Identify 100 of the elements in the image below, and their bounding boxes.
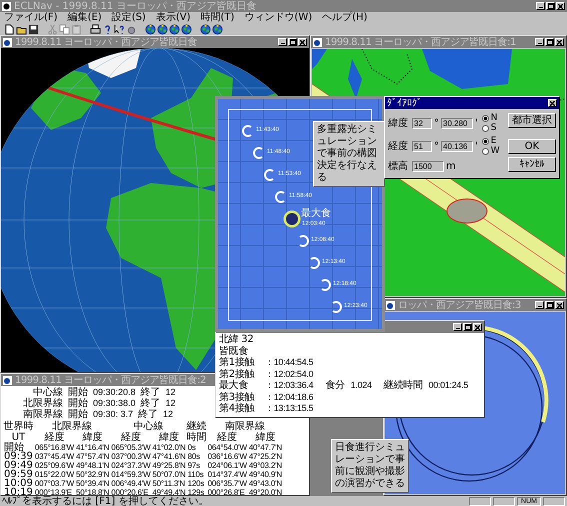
menu-item[interactable]: ファイル(F) (4, 12, 58, 23)
detail-label: 食分 (325, 380, 345, 392)
hemisphere-radio[interactable]: W (482, 146, 500, 156)
window-icon[interactable] (3, 376, 12, 384)
minutes-field[interactable]: 40.136 (441, 140, 473, 152)
menu-item[interactable]: 表示(V) (156, 12, 190, 23)
table-cell: 49°40.9'N (248, 470, 283, 479)
end-label: 終了 (138, 409, 158, 420)
maximize-button[interactable] (545, 301, 554, 309)
close-button[interactable] (556, 2, 565, 10)
degrees-field[interactable]: 32 (412, 118, 432, 128)
table-cell: 50°32.9'N (75, 470, 110, 479)
table-cell: 10:09 (3, 479, 34, 488)
total-eclipse-icon (283, 210, 301, 228)
hemisphere-radio[interactable]: E (482, 136, 500, 146)
column-header: 経度 (216, 432, 238, 443)
column-header: 時間 (186, 432, 207, 443)
window-title: 1999.8.11 ヨーロッパ・西アジア皆既日食 (15, 36, 198, 48)
latitude-text: 北緯 32 (219, 334, 254, 346)
help-icon[interactable] (102, 24, 113, 34)
field-label: 緯度 (388, 116, 409, 130)
minutes-field[interactable]: 30.280 (441, 118, 473, 128)
detail-value: 00:01:24.5 (428, 380, 468, 392)
menu-item[interactable]: 設定(S) (112, 12, 146, 23)
end-time: 12 (166, 387, 176, 398)
globe-icon[interactable] (157, 24, 168, 34)
table-cell-text: 97s (186, 461, 201, 470)
globe-icon[interactable] (200, 24, 211, 34)
window-title: ロッパ・西アジア皆既日食:3 (398, 300, 521, 310)
radio-indicator[interactable] (482, 138, 489, 144)
contact-time: ：13:13:15.5 (265, 403, 314, 414)
contact-time: ：12:04:18.6 (265, 392, 314, 403)
maximize-button[interactable] (545, 38, 554, 46)
radio-indicator[interactable] (482, 124, 489, 132)
radio-indicator[interactable] (482, 114, 489, 122)
maximize-button[interactable] (546, 2, 555, 10)
dialog-button[interactable]: ｷｬﾝｾﾙ (508, 157, 556, 172)
table-cell: 025°09.6'W (34, 461, 76, 470)
close-button[interactable] (548, 99, 557, 107)
elevation-field[interactable]: 1500 (412, 160, 444, 172)
printer-icon[interactable] (90, 24, 101, 34)
table-cell: 10:19 (3, 488, 34, 495)
menu-item[interactable]: 時間(T) (200, 12, 234, 23)
hemisphere-radio[interactable]: N (482, 113, 498, 123)
column-header: 経度 (43, 432, 66, 443)
globe-icon[interactable] (145, 24, 156, 34)
table-cell: 47°57.4'N (75, 452, 110, 461)
contact-label: 第1接触 (219, 357, 256, 368)
close-button[interactable] (473, 323, 482, 331)
globe-icon[interactable] (169, 24, 180, 34)
table-cell-text: 000°20.6'E (110, 488, 150, 495)
maximize-button[interactable] (288, 38, 297, 46)
start-time: 09:30: 3.7 (93, 409, 134, 420)
minimize-button[interactable] (535, 38, 544, 46)
field-label: 経度 (388, 140, 409, 153)
table-cell-text: 80s (186, 452, 201, 461)
close-button[interactable] (555, 38, 564, 46)
table-cell: 006°35.7'W (206, 479, 248, 488)
minimize-button[interactable] (536, 2, 545, 10)
globe-icon[interactable] (181, 24, 192, 34)
close-button[interactable] (298, 38, 307, 46)
maximum-eclipse-label: 最大食 (301, 209, 331, 219)
contact-time: ：10:44:54.5 (265, 357, 314, 368)
table-cell: 50°18.8'N (75, 488, 110, 495)
context-help-icon[interactable] (114, 24, 125, 34)
table-cell-text: 000°26.8'E (206, 488, 246, 495)
dialog-button[interactable]: OK (508, 139, 556, 154)
sun-crescent-icon (264, 169, 276, 181)
menu-item[interactable]: 編集(E) (68, 12, 102, 23)
window-icon[interactable] (386, 300, 395, 310)
maximize-button[interactable] (463, 323, 472, 331)
line-label: 中心線 (33, 387, 63, 398)
table-cell: 49°20.0'N (248, 488, 283, 495)
start-label: 開始 (68, 409, 88, 420)
menu-item[interactable]: ウィンドウ(W) (244, 12, 312, 23)
end-label: 終了 (140, 398, 161, 409)
app-icon[interactable] (2, 2, 11, 10)
table-cell: 037°00.3'W (110, 452, 152, 461)
minimize-button[interactable] (453, 323, 462, 331)
window-icon[interactable] (313, 38, 322, 46)
hemisphere-radio[interactable]: S (482, 123, 498, 133)
close-button[interactable] (555, 301, 564, 309)
dialog-button[interactable]: 都市選択 (508, 113, 556, 128)
detail-value: 1.024 (350, 380, 372, 392)
minimize-button[interactable] (535, 301, 544, 309)
table-cell: 037°45.4'W (34, 452, 76, 461)
column-group-header: 継続 (186, 421, 207, 432)
radio-indicator[interactable] (482, 148, 489, 154)
copy-icon[interactable] (59, 24, 70, 34)
table-cell: 09:39 (3, 452, 34, 461)
menu-item[interactable]: ヘルプ(H) (322, 12, 368, 23)
table-cell-text: 0s (186, 443, 197, 452)
window-icon[interactable] (3, 38, 12, 46)
window-title: 1999.8.11 ヨーロッパ・西アジア皆既日食:2 (15, 374, 206, 386)
table-cell: 09:49 (3, 461, 34, 470)
end-label: 終了 (140, 387, 161, 398)
globe-icon[interactable] (212, 24, 223, 34)
table-cell: 065°05.3'W (110, 443, 152, 452)
minimize-button[interactable] (278, 38, 287, 46)
degrees-field[interactable]: 51 (412, 140, 432, 152)
